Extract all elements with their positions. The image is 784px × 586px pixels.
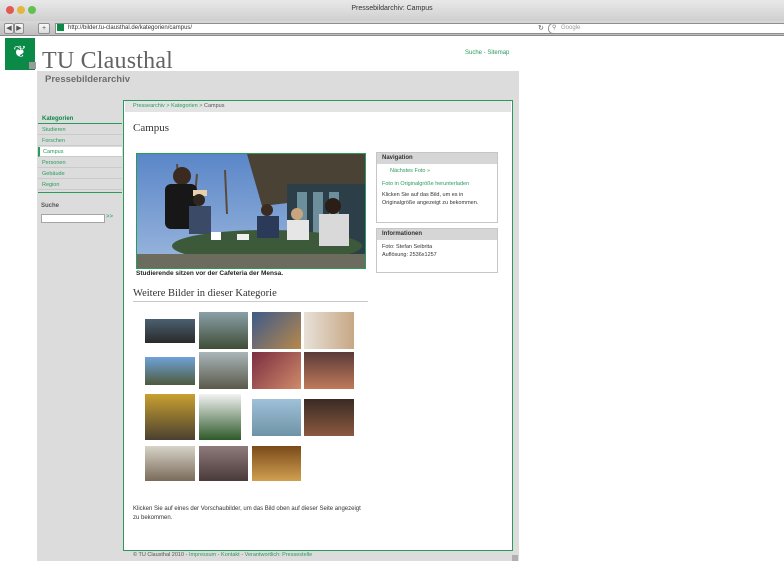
thumbnail-2[interactable] [199, 312, 248, 349]
window-title: Pressebildarchiv: Campus [351, 5, 433, 12]
thumbnail-help-text: Klicken Sie auf eines der Vorschaubilder… [133, 506, 361, 521]
address-bar[interactable]: http://bilder.tu-clausthal.de/kategorien… [55, 23, 559, 34]
search-icon: ⚲ [552, 25, 557, 31]
sidebar-item-region[interactable]: Region [38, 180, 122, 190]
thumbnail-7[interactable] [252, 352, 301, 389]
sidebar-heading: Kategorien [38, 114, 122, 124]
sidebar-item-studieren[interactable]: Studieren [38, 125, 122, 135]
page-title: Campus [133, 122, 170, 134]
thumbnail-13[interactable] [145, 446, 195, 481]
sidebar-item-campus[interactable]: Campus [38, 147, 122, 157]
responsible-link[interactable]: Verantwortlich: Pressestelle [245, 552, 313, 558]
add-bookmark-button[interactable]: + [38, 23, 50, 34]
section-divider [133, 301, 368, 302]
information-box-heading: Informationen [377, 229, 497, 240]
thumbnail-5[interactable] [145, 357, 195, 385]
breadcrumb-pressearchiv[interactable]: Pressearchiv [133, 103, 165, 109]
more-images-heading: Weitere Bilder in dieser Kategorie [133, 288, 277, 299]
thumbnail-1[interactable] [145, 319, 195, 343]
thumbnail-10[interactable] [199, 394, 241, 440]
navigation-box-heading: Navigation [377, 153, 497, 164]
information-box: Informationen Foto: Stefan Seibrita Aufl… [376, 228, 498, 273]
main-photo-image [137, 154, 365, 268]
download-original-link[interactable]: Foto in Originalgröße herunterladen [377, 181, 497, 189]
search-link[interactable]: Suche [465, 50, 482, 56]
sidebar-item-gebaeude[interactable]: Gebäude [38, 169, 122, 179]
sitemap-link[interactable]: Sitemap [487, 50, 509, 56]
sidebar-divider [38, 192, 122, 193]
back-button[interactable]: ◀ [4, 23, 14, 34]
next-photo-link[interactable]: Nächstes Foto » [377, 168, 497, 176]
site-subtitle: Pressebilderarchiv [45, 74, 131, 85]
thumbnail-6[interactable] [199, 352, 248, 389]
photo-resolution: Auflösung: 2536x1257 [382, 251, 437, 258]
navigation-hint: Klicken Sie auf das Bild, um es in Origi… [382, 192, 479, 206]
forward-button[interactable]: ▶ [14, 23, 24, 34]
impressum-link[interactable]: Impressum [189, 552, 216, 558]
reload-icon[interactable]: ↻ [538, 24, 544, 32]
copyright-text: © TU Clausthal 2010 [133, 552, 185, 558]
thumbnail-11[interactable] [252, 399, 301, 436]
resize-handle[interactable] [512, 555, 518, 561]
utility-nav: Suche - Sitemap [465, 50, 509, 56]
sidebar-item-personen[interactable]: Personen [38, 158, 122, 168]
thumbnail-9[interactable] [145, 394, 195, 440]
sidebar-search-label: Suche [41, 203, 60, 209]
photo-caption: Studierende sitzen vor der Cafeteria der… [136, 270, 284, 277]
browser-toolbar: ◀ ▶ + http://bilder.tu-clausthal.de/kate… [0, 21, 784, 36]
browser-search-input[interactable]: Google [548, 23, 784, 34]
breadcrumb-campus: Campus [203, 103, 225, 109]
thumbnail-12[interactable] [304, 399, 354, 436]
thumbnail-14[interactable] [199, 446, 248, 481]
thumbnail-8[interactable] [304, 352, 354, 389]
thumbnail-4[interactable] [304, 312, 354, 349]
thumbnail-3[interactable] [252, 312, 301, 349]
sidebar-item-forschen[interactable]: Forschen [38, 136, 122, 146]
site-favicon-icon [57, 24, 64, 31]
photo-credit: Foto: Stefan Seibrita [382, 244, 433, 250]
thumbnail-15[interactable] [252, 446, 301, 481]
sidebar-search-button[interactable]: >> [106, 214, 113, 220]
breadcrumb: Pressearchiv > Kategorien > Campus [125, 101, 511, 112]
logo-corner-mark [29, 62, 36, 69]
main-photo[interactable] [136, 153, 366, 269]
page-footer: © TU Clausthal 2010 - Impressum - Kontak… [133, 552, 312, 558]
window-titlebar: Pressebildarchiv: Campus [0, 0, 784, 22]
navigation-box: Navigation Nächstes Foto » Foto in Origi… [376, 152, 498, 223]
kontakt-link[interactable]: Kontakt [221, 552, 240, 558]
breadcrumb-kategorien[interactable]: Kategorien [171, 103, 198, 109]
sidebar-search-input[interactable] [41, 214, 105, 223]
